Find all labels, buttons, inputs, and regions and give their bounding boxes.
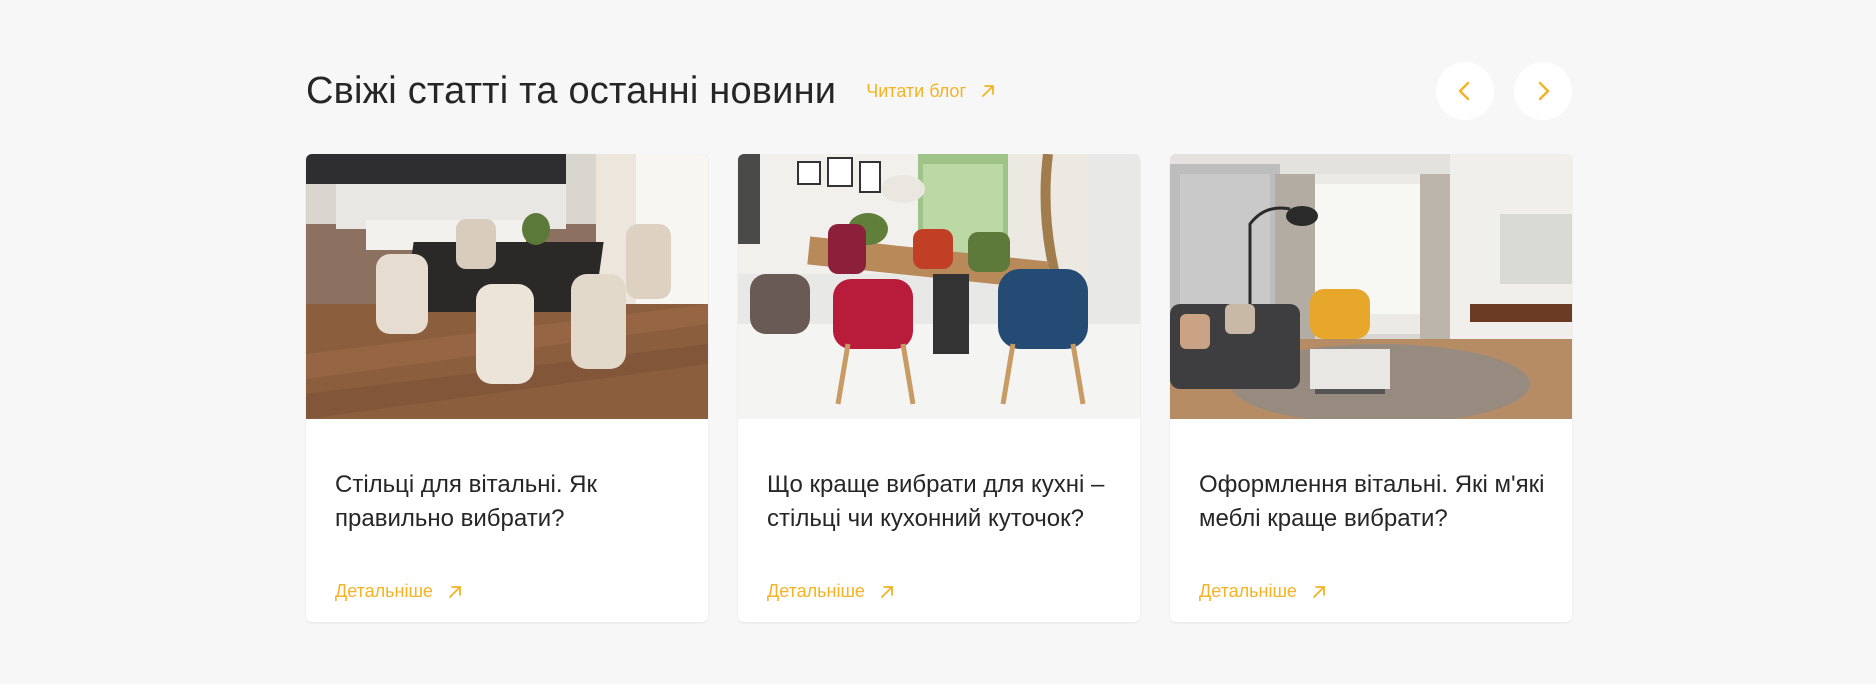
article-card[interactable]: Стільці для вітальні. Як правильно вибра… [306, 154, 708, 622]
article-image-colorful-chairs[interactable] [738, 154, 1140, 419]
prev-button[interactable] [1436, 62, 1494, 120]
read-more-link[interactable]: Детальніше [1199, 581, 1327, 602]
section-title: Свіжі статті та останні новини [306, 69, 837, 112]
article-image-living-room[interactable] [1170, 154, 1572, 419]
blog-section: Свіжі статті та останні новини Читати бл… [306, 0, 1572, 684]
read-more-link[interactable]: Детальніше [335, 581, 463, 602]
arrow-up-right-icon [881, 585, 893, 598]
article-title[interactable]: Що краще вибрати для кухні – стільці чи … [767, 467, 1116, 535]
article-image-dining-room[interactable] [306, 154, 708, 419]
read-blog-label: Читати блог [866, 80, 967, 101]
read-blog-link[interactable]: Читати блог [866, 81, 996, 102]
article-cards: Стільці для вітальні. Як правильно вибра… [306, 154, 1572, 622]
article-card[interactable]: Оформлення вітальні. Які м'які меблі кра… [1170, 154, 1572, 622]
carousel-nav [1436, 62, 1572, 120]
article-title[interactable]: Оформлення вітальні. Які м'які меблі кра… [1199, 467, 1548, 535]
chevron-left-icon [1458, 81, 1470, 101]
arrow-up-right-icon [982, 85, 994, 97]
read-more-label: Детальніше [767, 581, 865, 601]
section-header: Свіжі статті та останні новини Читати бл… [306, 60, 1572, 122]
arrow-up-right-icon [1313, 585, 1325, 598]
read-more-label: Детальніше [335, 581, 433, 601]
arrow-up-right-icon [449, 585, 461, 598]
card-body: Стільці для вітальні. Як правильно вибра… [306, 419, 708, 622]
read-more-link[interactable]: Детальніше [767, 581, 895, 602]
article-card[interactable]: Що краще вибрати для кухні – стільці чи … [738, 154, 1140, 622]
chevron-right-icon [1538, 81, 1550, 101]
article-title[interactable]: Стільці для вітальні. Як правильно вибра… [335, 467, 684, 535]
card-body: Оформлення вітальні. Які м'які меблі кра… [1170, 419, 1572, 622]
read-more-label: Детальніше [1199, 581, 1297, 601]
next-button[interactable] [1514, 62, 1572, 120]
card-body: Що краще вибрати для кухні – стільці чи … [738, 419, 1140, 622]
